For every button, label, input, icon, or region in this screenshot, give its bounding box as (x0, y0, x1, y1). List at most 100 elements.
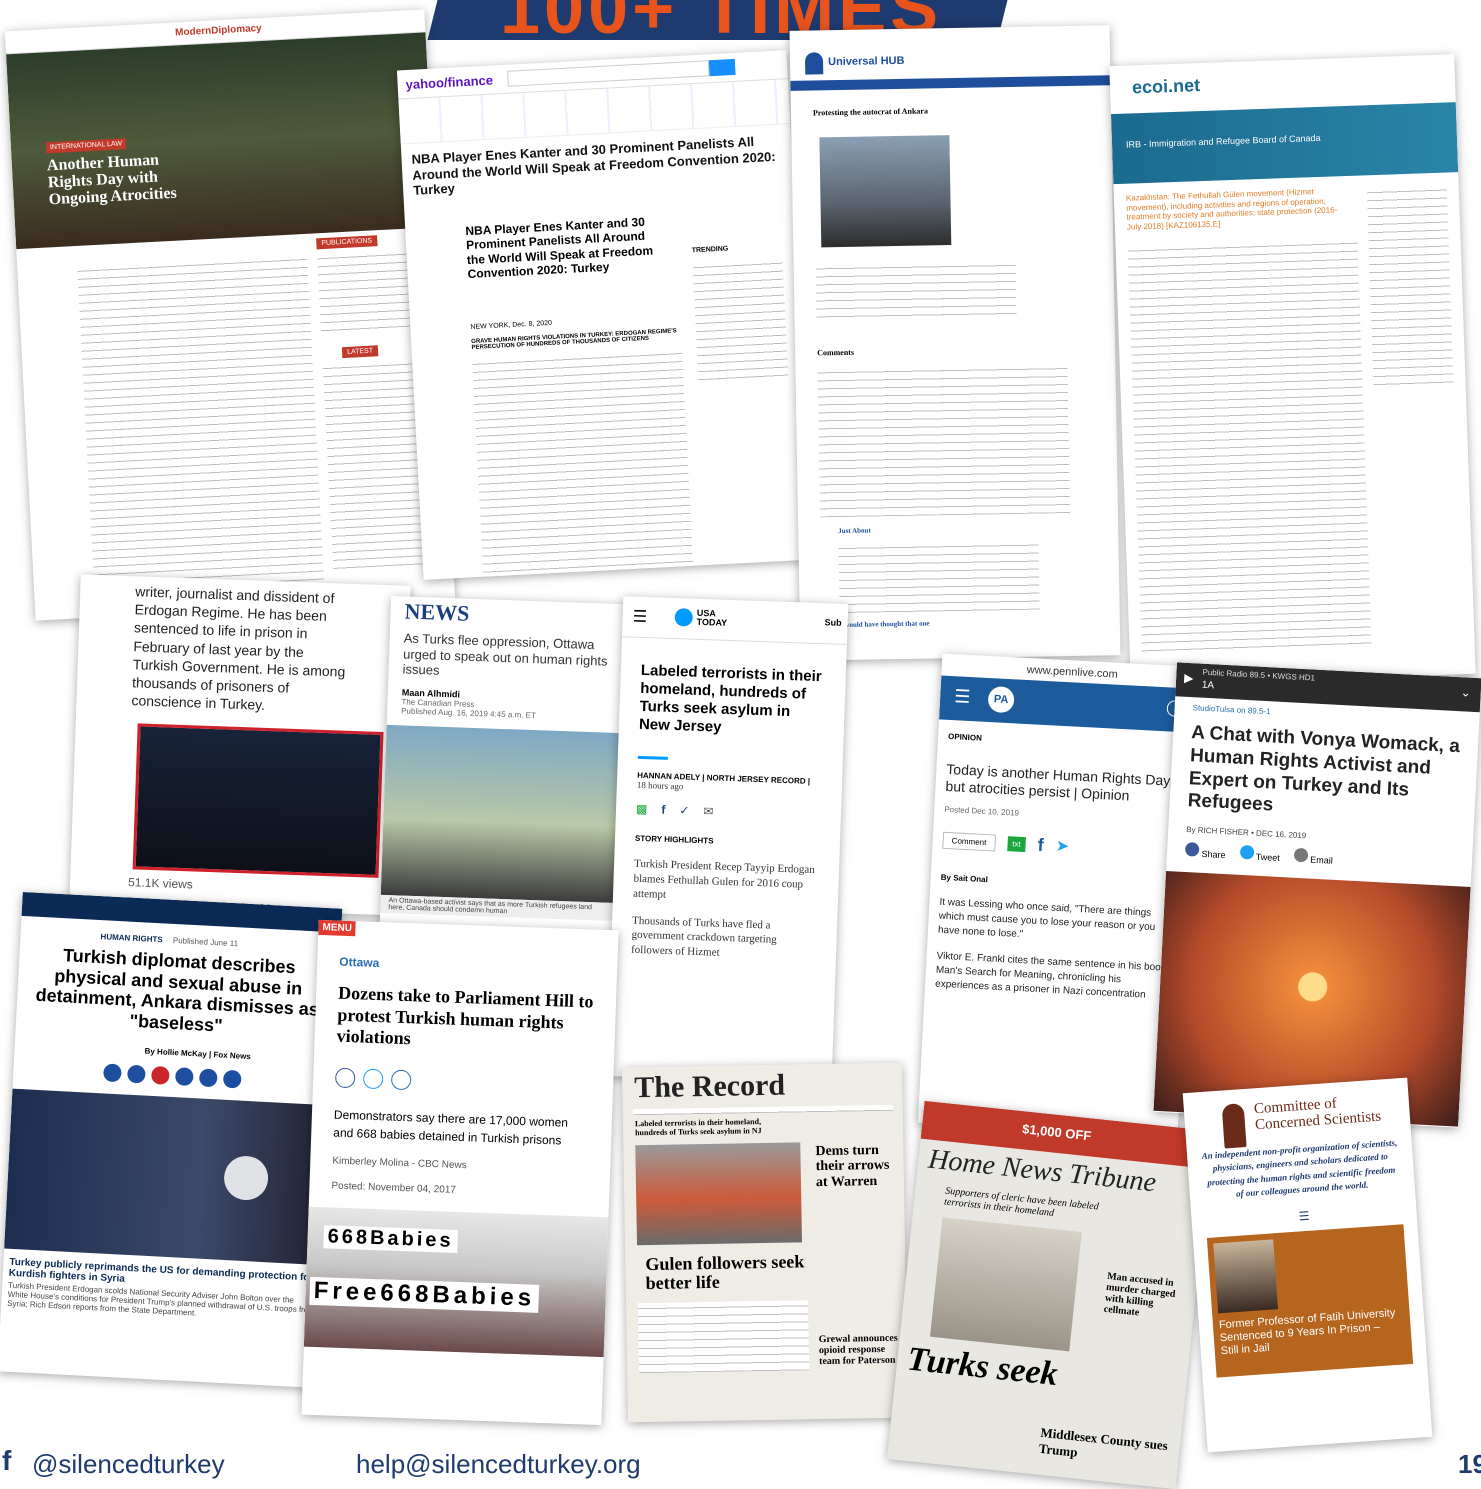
video-thumbnail[interactable] (4, 1088, 333, 1265)
social-handle[interactable]: @silencedturkey (32, 1449, 225, 1480)
clip-concerned-scientists: Committee of Concerned Scientists An ind… (1182, 1077, 1433, 1453)
clip-yahoo-finance: yahoo/finance NBA Player Enes Kanter and… (396, 50, 814, 580)
dateline: NEW YORK, Dec. 8, 2020 (470, 319, 553, 331)
search-button[interactable] (708, 58, 736, 77)
print-icon[interactable] (198, 1068, 218, 1088)
clip-modern-diplomacy: ModernDiplomacy INTERNATIONAL LAW Anothe… (4, 9, 456, 621)
yahoo-logo[interactable]: yahoo/finance (405, 73, 493, 93)
ccs-logo (1221, 1103, 1247, 1149)
clip-ecoi: ecoi.net IRB - Immigration and Refugee B… (1109, 54, 1476, 686)
front-teaser: Labeled terrorists in their homeland, hu… (634, 1117, 762, 1138)
subhead: NBA Player Enes Kanter and 30 Prominent … (465, 214, 654, 282)
txt-icon[interactable]: ▩ (636, 802, 648, 816)
clip-ctv-news: NEWS As Turks flee oppression, Ottawa ur… (378, 596, 627, 954)
sidebar-publications: PUBLICATIONS (316, 235, 378, 250)
email-icon[interactable] (222, 1069, 242, 1089)
radio-station: Public Radio 89.5 • KWGS HD1 (1202, 667, 1316, 683)
headline: Turkish diplomat describes physical and … (35, 945, 320, 1036)
play-button[interactable] (223, 1154, 270, 1201)
headline: Dozens take to Parliament Hill to protes… (336, 982, 594, 1049)
metadata-sidebar (1366, 184, 1454, 388)
comment-button[interactable]: Comment (942, 831, 996, 852)
facebook-icon[interactable] (334, 1067, 356, 1089)
share-label: Share (1201, 849, 1226, 861)
email-icon[interactable]: ✉ (703, 804, 714, 818)
clip-the-record: The Record Labeled terrorists in their h… (621, 1062, 909, 1423)
page-number: 19 (1458, 1449, 1481, 1479)
professor-card: Former Professor of Fatih University Sen… (1206, 1223, 1414, 1378)
report-title: Kazakhstan: The Fethullah Gülen movement… (1125, 187, 1338, 232)
sign-text-1: 668Babies (323, 1225, 458, 1253)
video-player[interactable] (132, 723, 384, 879)
email-icon (1293, 847, 1309, 863)
clip-cbc-ottawa: MENU Ottawa Dozens take to Parliament Hi… (301, 919, 619, 1426)
ad-text: $1,000 OFF (1021, 1121, 1093, 1144)
facebook-icon[interactable]: f (1037, 834, 1044, 855)
comments-list (817, 363, 1070, 518)
tweet-button[interactable]: Tweet (1239, 845, 1280, 863)
masthead: The Record (633, 1068, 786, 1105)
play-icon[interactable]: ▶ (1184, 671, 1194, 685)
facebook-icon[interactable]: f (2, 1445, 11, 1477)
txt-button[interactable]: txt (1006, 835, 1027, 852)
headline: Labeled terrorists in their homeland, hu… (638, 661, 822, 736)
sidebar-list (316, 248, 421, 334)
menu-icon[interactable]: ☰ (954, 686, 971, 708)
menu-button[interactable]: MENU (318, 919, 357, 937)
email-icon[interactable] (390, 1069, 412, 1091)
subscribe-link[interactable]: Sub (824, 617, 841, 628)
search-input[interactable] (507, 60, 710, 87)
twitter-icon[interactable]: ➤ (1055, 836, 1069, 857)
sidebar-latest: LATEST (341, 345, 379, 359)
usa-today-logo (674, 608, 694, 627)
clip-fox-news: HUMAN RIGHTS Published June 11 Turkish d… (0, 891, 343, 1389)
trending-list (692, 257, 789, 382)
article-title: Another Human Rights Day with Ongoing At… (46, 151, 178, 208)
card-caption: Former Professor of Fatih University Sen… (1218, 1306, 1396, 1358)
facebook-icon[interactable]: f (661, 803, 665, 817)
brand: USA TODAY (696, 607, 728, 628)
grave-heading: GRAVE HUMAN RIGHTS VIOLATIONS IN TURKEY:… (471, 328, 677, 351)
clip-universal-hub: Universal HUB Protesting the autocrat of… (789, 25, 1121, 661)
protest-photo: 668Babies Free668Babies (303, 1206, 609, 1357)
article-body (472, 347, 694, 579)
professor-photo (1213, 1238, 1278, 1313)
twitter-icon[interactable] (362, 1068, 384, 1090)
report-body (1127, 238, 1372, 656)
article-body (77, 253, 325, 596)
side-headline: Man accused in murder charged with killi… (1103, 1270, 1176, 1319)
front-photo (635, 1142, 803, 1246)
cleric-photo (929, 1217, 1082, 1352)
facebook-icon[interactable] (102, 1063, 122, 1083)
contact-email[interactable]: help@silencedturkey.org (356, 1449, 641, 1480)
twitter-icon[interactable]: ✓ (679, 803, 690, 817)
trending-label: TRENDING (691, 245, 729, 255)
clip-public-radio: ▶ Public Radio 89.5 • KWGS HD1 1A ⌄ Stud… (1153, 662, 1481, 1128)
facebook-icon (1184, 842, 1200, 857)
universal-hub-logo (804, 52, 824, 75)
portrait-photo (380, 724, 622, 903)
article-title: Protesting the autocrat of Ankara (812, 106, 928, 118)
comments-heading: Comments (817, 347, 855, 358)
flipboard-icon[interactable] (150, 1065, 170, 1085)
highlight-2: Thousands of Turks have fled a governmen… (630, 914, 777, 960)
protest-photo (819, 135, 952, 248)
hero-image: INTERNATIONAL LAW Another Human Rights D… (6, 32, 436, 250)
clip-home-news-tribune: $1,000 OFF Home News Tribune Supporters … (886, 1100, 1214, 1489)
share-button[interactable]: Share (1184, 842, 1226, 861)
email-button[interactable]: Email (1293, 847, 1334, 866)
menu-icon[interactable]: ☰ (632, 607, 647, 627)
tweet-label: Tweet (1255, 851, 1281, 864)
twitter-icon[interactable] (126, 1064, 146, 1084)
article-body (815, 259, 1017, 319)
headline: A Chat with Vonya Womack, a Human Rights… (1187, 722, 1461, 816)
org-banner: IRB - Immigration and Refugee Board of C… (1110, 102, 1459, 185)
highlight-1: Turkish President Recep Tayyip Erdogan b… (632, 857, 815, 901)
site-logo: ModernDiplomacy (174, 22, 263, 39)
comment-icon[interactable] (174, 1066, 194, 1086)
grewal-headline: Grewal announces opioid response team fo… (818, 1332, 898, 1368)
pa-logo: PA (987, 685, 1015, 714)
ecoi-logo[interactable]: ecoi.net (1132, 75, 1201, 98)
chevron-down-icon[interactable]: ⌄ (1460, 685, 1471, 700)
clip-twitter: writer, journalist and dissident of Erdo… (69, 574, 411, 916)
